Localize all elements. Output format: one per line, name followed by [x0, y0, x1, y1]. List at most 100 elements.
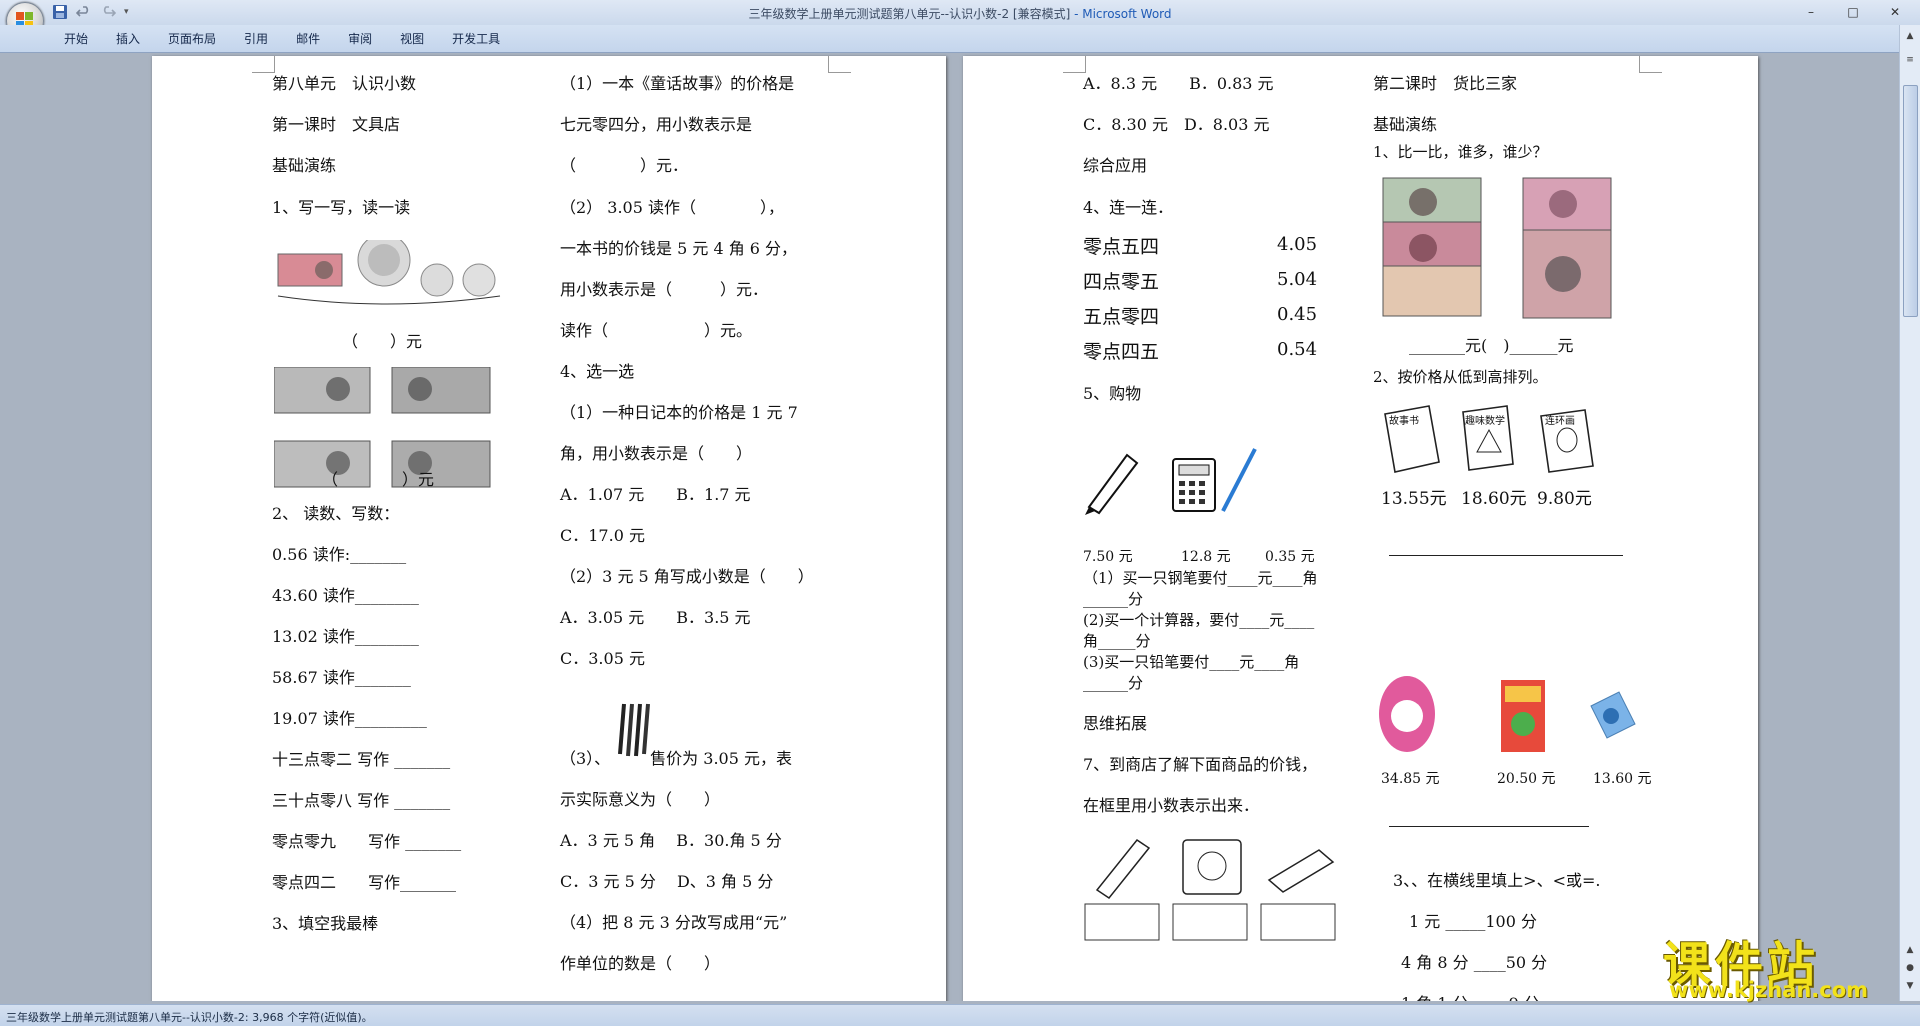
window-controls: – □ ✕ [1792, 2, 1914, 21]
vertical-scrollbar[interactable]: ▲ ≡ ▲ ● ▼ [1899, 25, 1920, 1001]
question-heading: 1、比一比，谁多，谁少？ [1373, 143, 1548, 161]
question-heading: 4、选一选 [560, 362, 635, 381]
question-line: （2）3 元 5 角写成小数是（ ） [560, 567, 814, 586]
question-line: 示实际意义为（ ） [560, 790, 721, 809]
maximize-button[interactable]: □ [1834, 2, 1872, 21]
app-name: - Microsoft Word [1070, 7, 1172, 21]
match-word: 五点零四 [1083, 306, 1160, 328]
match-number: 5.04 [1277, 269, 1318, 290]
match-word: 四点零五 [1083, 271, 1160, 293]
book-label: 连环画 [1545, 416, 1575, 427]
tab-developer[interactable]: 开发工具 [438, 30, 514, 48]
ribbon-tab-bar: 开始 插入 页面布局 引用 邮件 审阅 视图 开发工具 ? [0, 25, 1920, 53]
close-button[interactable]: ✕ [1876, 2, 1914, 21]
question-line: 三十点零八 写作 _______ [272, 791, 451, 810]
goods-answer-boxes [1083, 832, 1343, 942]
tab-references[interactable]: 引用 [230, 30, 282, 48]
question-line: （4）把 8 元 3 分改写成用“元” [560, 913, 788, 932]
status-text: 三年级数学上册单元测试题第八单元--认识小数-2: 3,968 个字符(近似值)… [6, 1011, 373, 1024]
shop-question: (2)买一个计算器，要付____元____ [1083, 611, 1315, 629]
section-heading: 基础演练 [272, 156, 337, 175]
question-line: 在框里用小数表示出来． [1083, 796, 1260, 815]
title-bar: ▾ 三年级数学上册单元测试题第八单元--认识小数-2 [兼容模式] - Micr… [0, 0, 1920, 40]
compare-answer-line: _______元( )______元 [1409, 336, 1574, 355]
document-title: 三年级数学上册单元测试题第八单元--认识小数-2 [兼容模式] [748, 7, 1071, 21]
crop-mark [1639, 56, 1662, 73]
choice-line: C．17.0 元 [560, 526, 645, 545]
tab-insert[interactable]: 插入 [102, 30, 154, 48]
tab-home[interactable]: 开始 [50, 30, 102, 48]
question-line: 0.56 读作:_______ [272, 545, 407, 564]
money-coins-image [274, 233, 504, 310]
match-number: 0.54 [1277, 339, 1318, 360]
question-heading: 5、购物 [1083, 384, 1142, 403]
question-line: 58.67 读作_______ [272, 668, 411, 687]
question-heading: 3、填空我最棒 [272, 914, 379, 933]
question-line: （1）一本《童话故事》的价格是 [560, 74, 795, 93]
page-1: 第八单元 认识小数 第一课时 文具店 基础演练 1、写一写，读一读 （ ）元 （… [152, 56, 946, 1001]
previous-page-icon[interactable]: ▲ [1903, 943, 1917, 957]
banknotes-compare-image [1373, 170, 1613, 320]
answer-line [1389, 824, 1589, 827]
shop-items-image [1083, 445, 1263, 515]
book-label: 趣味数学 [1465, 416, 1505, 427]
item-price: 34.85 元 [1381, 771, 1440, 787]
question-line: 十三点零二 写作 _______ [272, 750, 451, 769]
choice-line: A．1.07 元 B．1.7 元 [560, 485, 751, 504]
tab-page-layout[interactable]: 页面布局 [154, 30, 230, 48]
tab-review[interactable]: 审阅 [334, 30, 386, 48]
question-line: 7、到商店了解下面商品的价钱， [1083, 755, 1318, 774]
choice-line: C．8.30 元 D．8.03 元 [1083, 115, 1270, 134]
item-price: 7.50 元 [1083, 549, 1133, 565]
question-line: 用小数表示是（ ）元． [560, 280, 769, 299]
scroll-thumb[interactable] [1903, 85, 1918, 317]
choice-line: C．3.05 元 [560, 649, 645, 668]
unit-title: 第八单元 认识小数 [272, 74, 417, 93]
question-heading: 2、 读数、写数： [272, 504, 400, 523]
shop-question: 角_____分 [1083, 632, 1151, 650]
question-line: （3）、 售价为 3.05 元，表 [560, 749, 792, 768]
scroll-up-icon[interactable]: ▲ [1903, 29, 1917, 43]
question-heading: 2、按价格从低到高排列。 [1373, 368, 1548, 386]
book-price: 9.80元 [1537, 489, 1592, 509]
question-line: 零点零九 写作 _______ [272, 832, 462, 851]
watermark-logo: 课件站 www.kjzhan.com [1663, 925, 1898, 1005]
match-number: 0.45 [1277, 304, 1318, 325]
question-line: 43.60 读作________ [272, 586, 419, 605]
item-price: 13.60 元 [1593, 771, 1652, 787]
section-heading: 基础演练 [1373, 115, 1438, 134]
items-image [1373, 666, 1643, 756]
match-word: 零点五四 [1083, 236, 1160, 258]
tab-view[interactable]: 视图 [386, 30, 438, 48]
question-heading: 4、连一连． [1083, 198, 1174, 217]
match-number: 4.05 [1277, 234, 1318, 255]
lesson-title: 第一课时 文具店 [272, 115, 401, 134]
item-price: 20.50 元 [1497, 771, 1556, 787]
question-line: （2） 3.05 读作（ ）， [560, 198, 784, 217]
question-line: 一本书的价钱是 5 元 4 角 6 分， [560, 239, 798, 258]
shop-question: ______分 [1083, 590, 1144, 608]
question-heading: 1、写一写，读一读 [272, 198, 411, 217]
ruler-toggle-icon[interactable]: ≡ [1903, 53, 1917, 67]
question-line: 角，用小数表示是（ ） [560, 444, 753, 463]
select-browse-object-icon[interactable]: ● [1903, 961, 1917, 975]
shop-question: (3)买一只铅笔要付____元____角 [1083, 653, 1300, 671]
page-2: A．8.3 元 B．0.83 元 C．8.30 元 D．8.03 元 综合应用 … [963, 56, 1758, 1001]
shop-question: ______分 [1083, 674, 1144, 692]
book-price: 18.60元 [1461, 489, 1527, 509]
question-line: 读作（ ）元。 [560, 321, 753, 340]
choice-line: C．3 元 5 分 D、3 角 5 分 [560, 872, 774, 891]
lesson-title: 第二课时 货比三家 [1373, 74, 1518, 93]
section-heading: 思维拓展 [1083, 714, 1148, 733]
watermark-url: www.kjzhan.com [1669, 978, 1869, 1002]
question-line: 作单位的数是（ ） [560, 954, 721, 973]
status-bar: 三年级数学上册单元测试题第八单元--认识小数-2: 3,968 个字符(近似值)… [0, 1004, 1920, 1026]
match-word: 零点四五 [1083, 341, 1160, 363]
question-line: 13.02 读作________ [272, 627, 419, 646]
compare-line: 4 角 8 分 ____50 分 [1401, 953, 1548, 972]
minimize-button[interactable]: – [1792, 2, 1830, 21]
tab-mailings[interactable]: 邮件 [282, 30, 334, 48]
choice-line: A．8.3 元 B．0.83 元 [1083, 74, 1274, 93]
next-page-icon[interactable]: ▼ [1903, 979, 1917, 993]
question-line: 零点四二 写作_______ [272, 873, 457, 892]
